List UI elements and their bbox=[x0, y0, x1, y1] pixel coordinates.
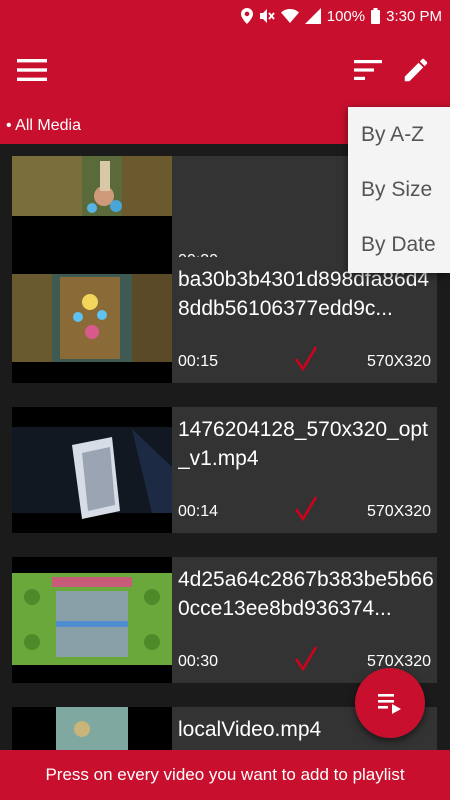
video-name: 4d25a64c2867b383be5b660cce13ee8bd936374.… bbox=[178, 568, 434, 620]
wifi-icon bbox=[280, 8, 299, 24]
battery-icon bbox=[371, 8, 381, 24]
app-bar bbox=[0, 32, 450, 110]
check-icon bbox=[294, 494, 318, 527]
add-to-playlist-button[interactable] bbox=[355, 668, 425, 738]
bottom-hint-text: Press on every video you want to add to … bbox=[45, 765, 405, 784]
edit-button[interactable] bbox=[398, 52, 434, 88]
sort-icon bbox=[354, 60, 382, 80]
sort-button[interactable] bbox=[350, 52, 386, 88]
video-name: 1476204128_570x320_opt_v1.mp4 bbox=[178, 418, 428, 470]
clock: 3:30 PM bbox=[386, 7, 442, 25]
video-resolution: 570X320 bbox=[366, 353, 431, 370]
video-item[interactable]: ba30b3b4301d898dfa86d48ddb56106377edd9c.… bbox=[12, 257, 437, 383]
edit-icon bbox=[404, 58, 428, 82]
video-duration: 00:30 bbox=[178, 653, 219, 670]
sort-menu: By A-Z By Size By Date bbox=[348, 107, 450, 273]
bottom-hint-bar: Press on every video you want to add to … bbox=[0, 750, 450, 800]
sort-option-date[interactable]: By Date bbox=[348, 217, 450, 272]
breadcrumb[interactable]: • All Media bbox=[6, 117, 81, 135]
status-bar: 100% 3:30 PM bbox=[0, 0, 450, 32]
video-duration: 00:14 bbox=[178, 503, 219, 520]
video-thumbnail bbox=[12, 257, 172, 383]
video-item[interactable]: 4d25a64c2867b383be5b660cce13ee8bd936374.… bbox=[12, 557, 437, 683]
video-resolution: 570X320 bbox=[366, 503, 431, 520]
signal-icon bbox=[304, 8, 321, 24]
video-thumbnail bbox=[12, 557, 172, 683]
video-thumbnail bbox=[12, 407, 172, 533]
check-icon bbox=[294, 644, 318, 677]
video-duration: 00:15 bbox=[178, 353, 219, 370]
video-thumbnail bbox=[12, 707, 172, 750]
video-name: ba30b3b4301d898dfa86d48ddb56106377edd9c.… bbox=[178, 268, 430, 320]
menu-icon bbox=[17, 59, 47, 81]
mute-icon bbox=[259, 8, 275, 24]
location-icon bbox=[240, 8, 253, 24]
sort-option-az[interactable]: By A-Z bbox=[348, 107, 450, 162]
menu-button[interactable] bbox=[14, 52, 50, 88]
video-item[interactable]: 1476204128_570x320_opt_v1.mp4 00:14 570X… bbox=[12, 407, 437, 533]
playlist-add-icon bbox=[378, 694, 401, 714]
sort-option-size[interactable]: By Size bbox=[348, 162, 450, 217]
check-icon bbox=[294, 344, 318, 377]
battery-percent: 100% bbox=[326, 7, 366, 25]
